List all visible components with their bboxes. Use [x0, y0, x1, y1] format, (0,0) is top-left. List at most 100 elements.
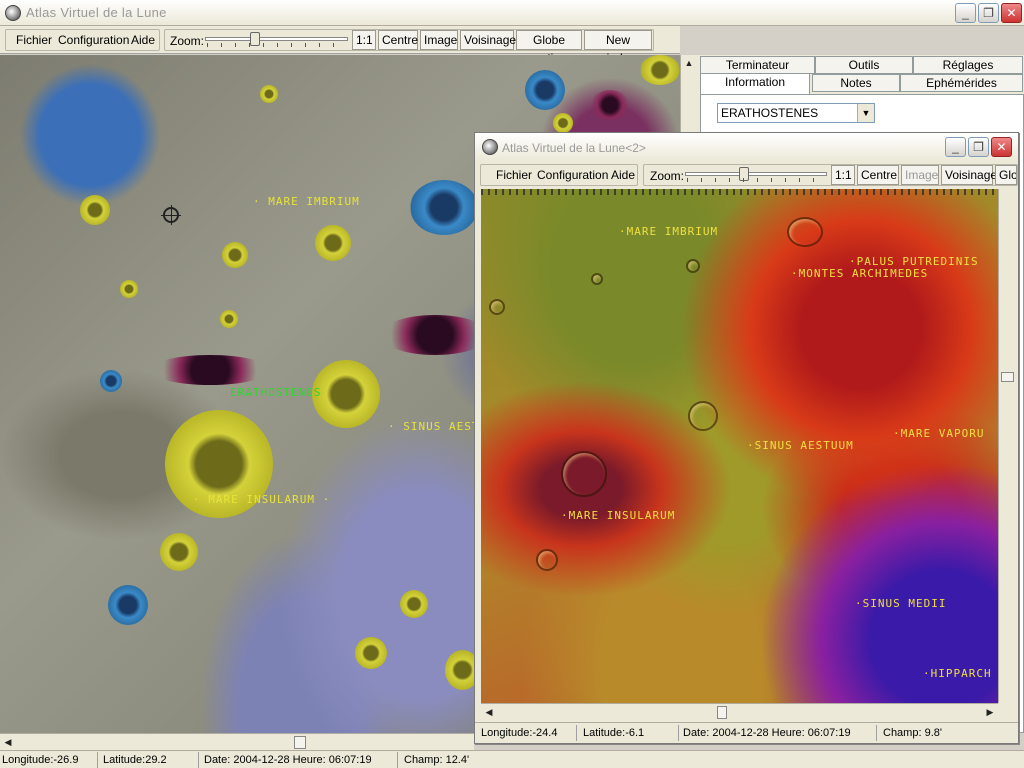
crater [688, 401, 718, 431]
second-moon-map[interactable]: ·MARE IMBRIUM ·PALUS PUTREDINIS ·MONTES … [481, 189, 998, 703]
dark-ridge [150, 355, 270, 385]
status-longitude: Longitude:-24.4 [479, 725, 577, 741]
label-sinus-medii: ·SINUS MEDII [855, 597, 947, 610]
status-datetime: Date: 2004-12-28 Heure: 06:07:19 [681, 725, 877, 741]
crater [108, 585, 148, 625]
close-icon[interactable]: ✕ [991, 137, 1012, 157]
label-erathostenes: ERATHOSTENES [230, 386, 322, 399]
status-longitude: Longitude:-26.9 [0, 752, 98, 768]
main-titlebar[interactable]: Atlas Virtuel de la Lune _ ❐ ✕ [0, 0, 1024, 26]
close-icon[interactable]: ✕ [1001, 3, 1022, 23]
label-mare-imbrium: ·MARE IMBRIUM [619, 225, 719, 238]
crater [80, 195, 110, 225]
main-statusbar: Longitude:-26.9 Latitude:29.2 Date: 2004… [0, 750, 1024, 768]
crosshair-cursor-icon [161, 205, 181, 225]
label-montes-archimedes: ·MONTES ARCHIMEDES [791, 267, 929, 280]
crater [553, 113, 573, 133]
maximize-icon[interactable]: ❐ [978, 3, 999, 23]
second-window: Atlas Virtuel de la Lune<2> _ ❐ ✕ Fichie… [474, 132, 1019, 744]
main-toolbar: Fichier Configuration Aide Zoom: 1:1 Cen… [0, 26, 680, 65]
crater [590, 90, 630, 120]
neighborhood-button[interactable]: Voisinage [460, 30, 516, 50]
crater [787, 217, 823, 247]
crater [222, 242, 248, 268]
main-horizontal-scrollbar[interactable]: ◀ [0, 733, 474, 750]
crater [100, 370, 122, 392]
tab-terminateur[interactable]: Terminateur [700, 56, 815, 74]
second-titlebar[interactable]: Atlas Virtuel de la Lune<2> _ ❐ ✕ [475, 133, 1018, 161]
crater [315, 225, 351, 261]
second-statusbar: Longitude:-24.4 Latitude:-6.1 Date: 2004… [475, 722, 1018, 742]
crater [355, 637, 387, 669]
btn-1to1[interactable]: 1:1 [352, 30, 376, 50]
copernicus-crater [561, 451, 607, 497]
label-mare-vaporum: ·MARE VAPORU [893, 427, 985, 440]
crater [410, 180, 478, 235]
globe-button[interactable]: Globe entier [516, 30, 582, 65]
second-vscroll-thumb[interactable] [1001, 372, 1014, 382]
feature-select[interactable]: ERATHOSTENES ▼ [717, 103, 875, 123]
status-datetime: Date: 2004-12-28 Heure: 06:07:19 [202, 752, 398, 768]
crater [640, 55, 680, 85]
minimize-icon[interactable]: _ [955, 3, 976, 23]
menu-configuration[interactable]: Configuration [58, 33, 129, 47]
crater [120, 280, 138, 298]
status-field: Champ: 12.4' [404, 754, 470, 766]
main-window-title: Atlas Virtuel de la Lune [26, 5, 167, 20]
tab-information[interactable]: Information [700, 73, 810, 95]
menu-aide[interactable]: Aide [611, 168, 635, 182]
crater [260, 85, 278, 103]
label-mare-insularum: · MARE INSULARUM · [193, 493, 331, 506]
label-sinus-aestuum: · SINUS AESTU [388, 420, 488, 433]
moon-app-icon [5, 5, 21, 21]
crater [591, 273, 603, 285]
status-latitude: Latitude:-6.1 [581, 725, 679, 741]
scroll-up-arrow-icon[interactable]: ▲ [681, 55, 697, 71]
erathostenes-crater [312, 360, 380, 428]
second-vertical-scrollbar[interactable] [998, 189, 1015, 703]
dropdown-arrow-icon[interactable]: ▼ [857, 104, 874, 122]
label-mare-imbrium: · MARE IMBRIUM [253, 195, 360, 208]
scroll-right-arrow-icon[interactable]: ▶ [982, 704, 998, 720]
zoom-slider[interactable] [205, 32, 348, 48]
menu-fichier[interactable]: Fichier [16, 33, 52, 47]
zoom-label: Zoom: [170, 34, 205, 48]
tab-reglages[interactable]: Réglages [913, 56, 1023, 74]
crater [536, 549, 558, 571]
crater [525, 70, 565, 110]
feature-select-value: ERATHOSTENES [721, 106, 819, 120]
maximize-icon[interactable]: ❐ [968, 137, 989, 157]
status-field: Champ: 9.8' [883, 727, 942, 739]
zoom-label: Zoom: [650, 169, 685, 183]
globe-button[interactable]: Glo [995, 165, 1017, 185]
map-ruler [481, 189, 998, 195]
center-button[interactable]: Centre [378, 30, 418, 50]
crater [400, 590, 428, 618]
menu-fichier[interactable]: Fichier [496, 168, 532, 182]
main-hscroll-thumb[interactable] [294, 736, 306, 749]
center-button[interactable]: Centre [857, 165, 899, 185]
label-mare-insularum: ·MARE INSULARUM [561, 509, 676, 522]
menu-configuration[interactable]: Configuration [537, 168, 608, 182]
tab-ephemerides[interactable]: Ephémérides [900, 74, 1023, 92]
scroll-left-arrow-icon[interactable]: ◀ [0, 734, 16, 750]
tab-notes[interactable]: Notes [812, 74, 900, 92]
zoom-slider[interactable] [685, 167, 827, 183]
image-button[interactable]: Image [420, 30, 458, 50]
moon-app-icon [482, 139, 498, 155]
new-window-button[interactable]: New window [584, 30, 652, 65]
second-hscroll-thumb[interactable] [717, 706, 727, 719]
second-horizontal-scrollbar[interactable]: ◀ ▶ [481, 703, 998, 720]
status-latitude: Latitude:29.2 [101, 752, 199, 768]
image-button[interactable]: Image [901, 165, 939, 185]
scroll-left-arrow-icon[interactable]: ◀ [481, 704, 497, 720]
minimize-icon[interactable]: _ [945, 137, 966, 157]
label-hipparchus: ·HIPPARCH [923, 667, 992, 680]
tab-outils[interactable]: Outils [815, 56, 913, 74]
second-window-title: Atlas Virtuel de la Lune<2> [502, 141, 646, 155]
neighborhood-button[interactable]: Voisinage [941, 165, 997, 185]
menu-aide[interactable]: Aide [131, 33, 155, 47]
btn-1to1[interactable]: 1:1 [831, 165, 855, 185]
crater [686, 259, 700, 273]
crater [489, 299, 505, 315]
